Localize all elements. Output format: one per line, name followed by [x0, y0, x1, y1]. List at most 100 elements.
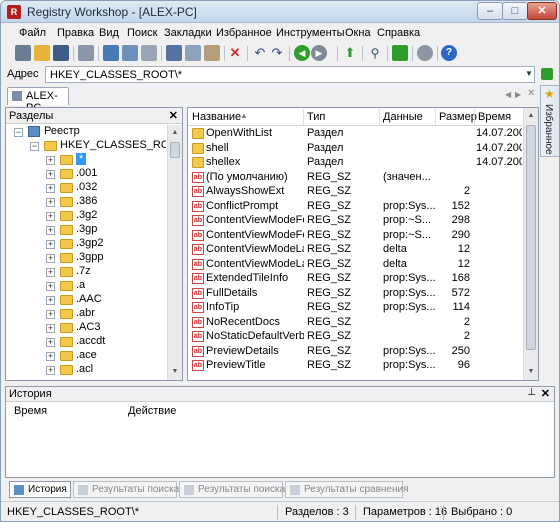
expand-icon[interactable]: +	[46, 268, 55, 277]
column-separator[interactable]	[435, 109, 436, 125]
settings-icon[interactable]	[417, 45, 433, 61]
column-size[interactable]: Размер	[439, 111, 477, 123]
tree-item[interactable]: + .3g2	[6, 209, 166, 223]
tree-item[interactable]: + .7z	[6, 265, 166, 279]
cut-icon[interactable]	[166, 45, 182, 61]
menu-view[interactable]: Вид	[99, 27, 119, 39]
expand-icon[interactable]: +	[46, 156, 55, 165]
connect-icon[interactable]	[15, 45, 31, 61]
column-separator[interactable]	[303, 109, 304, 125]
up-icon[interactable]: ⬆	[342, 45, 358, 61]
expand-icon[interactable]: +	[46, 170, 55, 179]
favorites-strip[interactable]: ★ Избранное	[540, 85, 559, 157]
menu-tools[interactable]: Инструменты	[276, 27, 345, 39]
chevron-down-icon[interactable]: ▼	[525, 67, 535, 81]
expand-icon[interactable]: +	[46, 212, 55, 221]
expand-icon[interactable]: +	[46, 240, 55, 249]
collapse-icon[interactable]: −	[30, 142, 39, 151]
undo-icon[interactable]: ↶	[252, 45, 268, 61]
history-column-action[interactable]: Действие	[128, 405, 176, 417]
scroll-down-icon[interactable]: ▼	[168, 364, 182, 380]
scroll-thumb[interactable]	[170, 142, 180, 158]
expand-icon[interactable]: +	[46, 352, 55, 361]
print-icon[interactable]	[78, 45, 94, 61]
menu-edit[interactable]: Правка	[57, 27, 94, 39]
scroll-up-icon[interactable]: ▲	[168, 125, 182, 141]
list-row[interactable]: ab ExtendedTileInfo REG_SZ prop:Sys... 168	[188, 272, 522, 286]
column-separator[interactable]	[474, 109, 475, 125]
tree-item[interactable]: + .001	[6, 167, 166, 181]
tree-item[interactable]: + .abr	[6, 307, 166, 321]
delete-icon[interactable]: ✕	[227, 45, 243, 61]
registry-key-icon[interactable]	[122, 45, 138, 61]
list-row[interactable]: shellex Раздел 14.07.2009 0...	[188, 156, 522, 170]
expand-icon[interactable]: +	[46, 296, 55, 305]
tree-item[interactable]: + .032	[6, 181, 166, 195]
back-icon[interactable]: ◀	[294, 45, 310, 61]
list-row[interactable]: ab FullDetails REG_SZ prop:Sys... 572	[188, 287, 522, 301]
tree-item[interactable]: + .3gpp	[6, 251, 166, 265]
tree-item[interactable]: − Реестр	[6, 125, 166, 139]
scroll-thumb[interactable]	[526, 125, 536, 350]
scroll-down-icon[interactable]: ▼	[524, 364, 538, 380]
expand-icon[interactable]: +	[46, 198, 55, 207]
menu-help[interactable]: Справка	[377, 27, 420, 39]
find-icon[interactable]: ⚲	[367, 45, 383, 61]
expand-icon[interactable]: +	[46, 282, 55, 291]
menu-search[interactable]: Поиск	[127, 27, 157, 39]
expand-icon[interactable]: +	[46, 366, 55, 375]
expand-icon[interactable]: +	[46, 310, 55, 319]
tab-search-results-2[interactable]: Результаты поиска 2	[179, 481, 294, 498]
tree-item[interactable]: + *	[6, 153, 166, 167]
forward-icon[interactable]: ▶	[311, 45, 327, 61]
refresh-icon[interactable]	[392, 45, 408, 61]
column-type[interactable]: Тип	[307, 111, 325, 123]
expand-icon[interactable]: +	[46, 226, 55, 235]
tab-close-icon[interactable]: ✕	[527, 88, 535, 99]
tree-item[interactable]: + .3gp2	[6, 237, 166, 251]
tab-scroll-left-icon[interactable]: ◀	[505, 90, 511, 99]
list-row[interactable]: abContentViewModeLay...REG_SZ delta 12	[188, 243, 522, 257]
menu-bookmarks[interactable]: Закладки	[164, 27, 212, 39]
go-icon[interactable]	[541, 68, 553, 80]
help-icon[interactable]: ?	[441, 45, 457, 61]
list-row[interactable]: ab PreviewTitle REG_SZ prop:Sys... 96	[188, 359, 522, 373]
list-row[interactable]: ab NoStaticDefaultVerb REG_SZ 2	[188, 330, 522, 344]
list-row[interactable]: ab (По умолчанию) REG_SZ (значен...	[188, 171, 522, 185]
list-row[interactable]: ab NoRecentDocs REG_SZ 2	[188, 316, 522, 330]
close-button[interactable]: ✕	[527, 2, 557, 20]
expand-icon[interactable]: +	[46, 254, 55, 263]
address-input[interactable]	[45, 66, 535, 83]
registry-local-icon[interactable]	[141, 45, 157, 61]
expand-icon[interactable]: +	[46, 324, 55, 333]
list-row[interactable]: OpenWithList Раздел 14.07.2009 0...	[188, 127, 522, 141]
tree-item[interactable]: + .386	[6, 195, 166, 209]
title-bar[interactable]: R Registry Workshop - [ALEX-PC] – □ ✕	[1, 1, 559, 23]
list-row[interactable]: abContentViewModeFor...REG_SZ prop:~S... 2…	[188, 214, 522, 228]
menu-favorites[interactable]: Избранное	[216, 27, 272, 39]
tree-item[interactable]: + .AAC	[6, 293, 166, 307]
list-row[interactable]: ab AlwaysShowExt REG_SZ 2	[188, 185, 522, 199]
list-row[interactable]: ab ConflictPrompt REG_SZ prop:Sys... 152	[188, 200, 522, 214]
tree-item[interactable]: + .acl	[6, 363, 166, 377]
tree-item[interactable]: + .3gp	[6, 223, 166, 237]
redo-icon[interactable]: ↷	[269, 45, 285, 61]
column-data[interactable]: Данные	[383, 111, 423, 123]
list-row[interactable]: abContentViewModeLay...REG_SZ delta 12	[188, 258, 522, 272]
tab-search-results-1[interactable]: Результаты поиска 1	[73, 481, 188, 498]
expand-icon[interactable]: +	[46, 338, 55, 347]
menu-file[interactable]: Файл	[19, 27, 46, 39]
paste-icon[interactable]	[204, 45, 220, 61]
collapse-icon[interactable]: −	[14, 128, 23, 137]
close-icon[interactable]: ✕	[541, 387, 550, 400]
list-row[interactable]: shell Раздел 14.07.2009 0...	[188, 142, 522, 156]
tree-item[interactable]: − HKEY_CLASSES_ROOT	[6, 139, 166, 153]
tree-item[interactable]: + .accdt	[6, 335, 166, 349]
column-name[interactable]: Название	[192, 111, 241, 123]
tab-history[interactable]: История	[9, 481, 71, 498]
list-row[interactable]: ab PreviewDetails REG_SZ prop:Sys... 250	[188, 345, 522, 359]
tree-item[interactable]: + .a	[6, 279, 166, 293]
maximize-button[interactable]: □	[502, 2, 528, 20]
list-row[interactable]: abContentViewModeFor...REG_SZ prop:~S... 2…	[188, 229, 522, 243]
scroll-up-icon[interactable]: ▲	[524, 108, 538, 124]
